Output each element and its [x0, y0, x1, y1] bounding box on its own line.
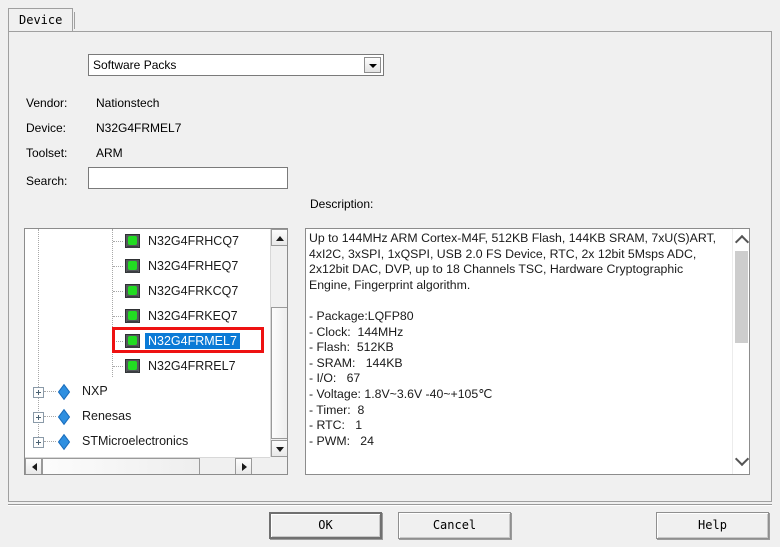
tree-item-label: Renesas: [82, 409, 132, 423]
chevron-down-icon[interactable]: [364, 57, 381, 73]
chip-icon: [125, 234, 140, 248]
scroll-right-button[interactable]: [235, 458, 252, 474]
tree-connector: [113, 366, 123, 367]
scroll-down-button[interactable]: [271, 440, 287, 457]
triangle-right-icon: [242, 463, 247, 471]
tree-horizontal-scroll-thumb[interactable]: [42, 458, 200, 474]
chevron-up-icon[interactable]: [734, 234, 749, 250]
tree-connector: [113, 291, 123, 292]
pack-source-value: Software Packs: [93, 58, 177, 72]
chip-icon: [125, 359, 140, 373]
tree-connector: [113, 241, 123, 242]
plus-icon[interactable]: [33, 437, 44, 448]
chevron-down-icon[interactable]: [734, 451, 749, 467]
tree-connector: [113, 316, 123, 317]
description-text: Up to 144MHz ARM Cortex-M4F, 512KB Flash…: [309, 231, 717, 448]
tree-item-label: N32G4FRKEQ7: [148, 309, 238, 323]
device-label: Device:: [26, 121, 67, 135]
vendor-diamond-icon: [57, 383, 71, 401]
tree-item-label: N32G4FRKCQ7: [148, 284, 239, 298]
scroll-up-button[interactable]: [271, 229, 287, 246]
tree-item-label: NXP: [82, 384, 108, 398]
tree-horizontal-scrollbar[interactable]: [25, 457, 270, 474]
triangle-left-icon: [32, 463, 37, 471]
tree-item-label: STMicroelectronics: [82, 434, 189, 448]
triangle-up-icon: [276, 236, 284, 241]
plus-icon[interactable]: [33, 412, 44, 423]
toolset-label: Toolset:: [26, 146, 68, 160]
annotation-highlight-box: [112, 327, 264, 353]
search-label: Search:: [26, 174, 68, 188]
tree-vertical-scroll-thumb[interactable]: [271, 307, 287, 439]
scroll-left-button[interactable]: [25, 458, 42, 474]
tree-connector: [44, 391, 56, 392]
toolset-value: ARM: [96, 146, 123, 160]
description-scroll-thumb[interactable]: [735, 251, 748, 343]
tree-connector: [44, 416, 56, 417]
device-selection-dialog: Device Software Packs Vendor: Nationstec…: [0, 0, 780, 547]
pack-source-combobox[interactable]: Software Packs: [88, 54, 384, 76]
chip-icon: [125, 309, 140, 323]
tree-connector: [44, 441, 56, 442]
description-label: Description:: [310, 197, 374, 211]
ok-button[interactable]: OK: [269, 512, 382, 539]
description-panel[interactable]: Up to 144MHz ARM Cortex-M4F, 512KB Flash…: [305, 228, 750, 475]
tree-guide-line: [112, 229, 113, 377]
tree-item-label: N32G4FRREL7: [148, 359, 236, 373]
tree-vertical-scrollbar[interactable]: [270, 229, 287, 457]
tree-item-label: N32G4FRHCQ7: [148, 234, 239, 248]
chip-icon: [125, 259, 140, 273]
cancel-button[interactable]: Cancel: [398, 512, 511, 539]
tree-item-label: N32G4FRHEQ7: [148, 259, 239, 273]
vendor-diamond-icon: [57, 433, 71, 451]
description-scrollbar[interactable]: [732, 229, 749, 474]
plus-icon[interactable]: [33, 387, 44, 398]
vendor-value: Nationstech: [96, 96, 160, 110]
tab-strip: Device: [8, 8, 772, 32]
search-input[interactable]: [89, 168, 287, 188]
triangle-down-icon: [276, 447, 284, 452]
footer-separator: [8, 504, 772, 506]
vendor-diamond-icon: [57, 408, 71, 426]
help-button[interactable]: Help: [656, 512, 769, 539]
chevron-down-glyph: [369, 64, 377, 68]
vendor-label: Vendor:: [26, 96, 68, 110]
chip-icon: [125, 284, 140, 298]
scrollbar-corner: [270, 457, 287, 474]
device-value: N32G4FRMEL7: [96, 121, 182, 135]
tab-separator: [74, 12, 75, 29]
search-field-wrapper[interactable]: [88, 167, 288, 189]
tree-connector: [113, 266, 123, 267]
tab-device[interactable]: Device: [8, 8, 74, 31]
